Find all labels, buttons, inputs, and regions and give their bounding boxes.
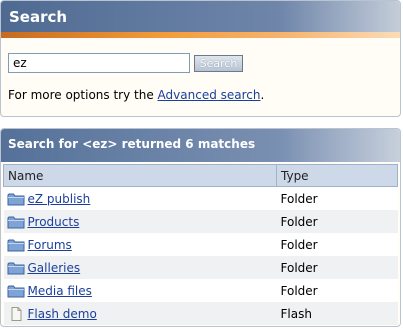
table-row: Flash demo Flash (3, 302, 398, 325)
column-header-name[interactable]: Name (3, 164, 277, 187)
results-title: Search for <ez> returned 6 matches (8, 137, 256, 151)
type-cell: Flash (276, 302, 398, 325)
type-cell: Folder (276, 279, 398, 302)
table-row: Forums Folder (3, 233, 398, 256)
name-cell: Products (3, 210, 277, 233)
result-link[interactable]: eZ publish (28, 192, 91, 206)
name-cell: Galleries (3, 256, 277, 279)
name-cell-content: eZ publish (7, 192, 277, 206)
search-title: Search (9, 8, 68, 26)
folder-icon (7, 192, 25, 206)
result-link[interactable]: Flash demo (28, 307, 97, 321)
type-cell: Folder (276, 210, 398, 233)
table-row: Galleries Folder (3, 256, 398, 279)
folder-icon (7, 238, 25, 252)
name-cell-content: Media files (7, 284, 277, 298)
search-button[interactable]: Search (194, 55, 243, 72)
options-prefix: For more options try the (8, 88, 158, 102)
name-cell: eZ publish (3, 186, 277, 210)
search-body: Search For more options try the Advanced… (1, 38, 400, 116)
search-header: Search (1, 1, 400, 32)
options-text: For more options try the Advanced search… (8, 88, 264, 102)
type-cell: Folder (276, 256, 398, 279)
options-suffix: . (260, 88, 265, 102)
table-row: Media files Folder (3, 279, 398, 302)
name-cell-content: Products (7, 215, 277, 229)
folder-icon (7, 215, 25, 229)
name-cell-content: Forums (7, 238, 277, 252)
table-row: Products Folder (3, 210, 398, 233)
advanced-search-link[interactable]: Advanced search (158, 88, 261, 102)
result-link[interactable]: Forums (28, 238, 72, 252)
name-cell-content: Galleries (7, 261, 277, 275)
name-cell: Media files (3, 279, 277, 302)
result-link[interactable]: Media files (28, 284, 92, 298)
type-cell: Folder (276, 233, 398, 256)
file-icon (7, 306, 25, 321)
search-input[interactable] (8, 53, 190, 73)
result-link[interactable]: Products (28, 215, 80, 229)
table-row: eZ publish Folder (3, 186, 398, 210)
search-panel: Search Search For more options try the A… (0, 0, 401, 117)
results-panel: Search for <ez> returned 6 matches Name … (0, 128, 401, 327)
name-cell-content: Flash demo (7, 306, 277, 321)
name-cell: Forums (3, 233, 277, 256)
type-cell: Folder (276, 186, 398, 210)
name-cell: Flash demo (3, 302, 277, 325)
column-header-type[interactable]: Type (276, 164, 398, 187)
result-link[interactable]: Galleries (28, 261, 81, 275)
folder-icon (7, 261, 25, 275)
table-header-row: Name Type (3, 164, 398, 187)
folder-icon (7, 284, 25, 298)
results-header: Search for <ez> returned 6 matches (1, 129, 400, 162)
results-table: Name Type eZ publish Folder Products Folder… (3, 164, 398, 325)
